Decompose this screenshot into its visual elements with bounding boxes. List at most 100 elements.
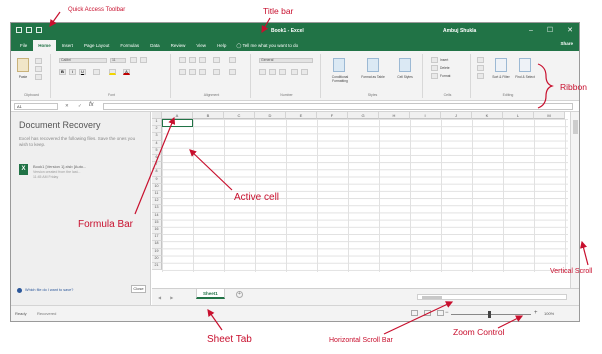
formula-buttons[interactable]: ✕ ✓ <box>65 103 86 109</box>
underline-icon[interactable]: U <box>79 69 86 75</box>
column-header[interactable]: I <box>410 112 441 119</box>
tab-page-layout[interactable]: Page Layout <box>79 40 114 51</box>
tell-me-search[interactable]: ◯ Tell me what you want to do <box>236 40 298 51</box>
insert-cells-icon[interactable] <box>431 57 438 63</box>
number-format-select[interactable]: General <box>259 58 313 63</box>
recovery-close-button[interactable]: Close <box>131 285 146 293</box>
row-header[interactable]: 15 <box>152 219 162 227</box>
column-header[interactable]: J <box>441 112 472 119</box>
row-header[interactable]: 3 <box>152 133 162 141</box>
clear-icon[interactable] <box>477 73 484 79</box>
format-as-table-icon[interactable] <box>367 58 379 72</box>
row-header[interactable]: 5 <box>152 147 162 155</box>
vertical-scrollbar[interactable] <box>570 112 579 288</box>
column-header[interactable]: F <box>317 112 348 119</box>
row-header[interactable]: 4 <box>152 140 162 148</box>
decrease-decimal-icon[interactable] <box>301 69 308 75</box>
increase-decimal-icon[interactable] <box>291 69 298 75</box>
currency-icon[interactable] <box>259 69 266 75</box>
row-header[interactable]: 6 <box>152 155 162 163</box>
row-header[interactable]: 8 <box>152 169 162 177</box>
format-label[interactable]: Format <box>440 74 450 78</box>
zoom-out-button[interactable]: − <box>445 310 449 316</box>
tab-review[interactable]: Review <box>166 40 191 51</box>
find-select-icon[interactable] <box>519 58 531 72</box>
active-cell[interactable] <box>162 119 193 127</box>
sort-filter-icon[interactable] <box>495 58 507 72</box>
paste-icon[interactable] <box>17 58 29 72</box>
row-header[interactable]: 18 <box>152 241 162 249</box>
zoom-slider[interactable] <box>451 314 531 315</box>
percent-icon[interactable] <box>269 69 276 75</box>
column-header[interactable]: B <box>193 112 224 119</box>
row-header[interactable]: 12 <box>152 198 162 206</box>
shrink-font-icon[interactable] <box>140 57 147 63</box>
redo-icon[interactable] <box>36 27 42 33</box>
sheet-nav-arrows[interactable]: ◀ ▶ <box>158 295 177 300</box>
align-left-icon[interactable] <box>179 69 186 75</box>
vertical-scroll-thumb[interactable] <box>573 120 578 134</box>
wrap-text-icon[interactable] <box>229 57 236 63</box>
zoom-in-button[interactable]: + <box>534 310 538 316</box>
column-header[interactable]: H <box>379 112 410 119</box>
row-header[interactable]: 7 <box>152 162 162 170</box>
zoom-slider-thumb[interactable] <box>488 311 491 318</box>
tab-help[interactable]: Help <box>212 40 231 51</box>
fill-icon[interactable] <box>477 65 484 71</box>
autosum-icon[interactable] <box>477 57 484 63</box>
name-box[interactable]: A1 <box>14 103 58 110</box>
align-center-icon[interactable] <box>189 69 196 75</box>
row-header[interactable]: 16 <box>152 227 162 235</box>
row-header[interactable]: 17 <box>152 234 162 242</box>
bold-icon[interactable]: B <box>59 69 66 75</box>
share-button[interactable]: Share <box>560 41 573 46</box>
copy-icon[interactable] <box>35 66 42 72</box>
format-cells-icon[interactable] <box>431 73 438 79</box>
font-name-select[interactable]: Calibri <box>59 58 107 63</box>
column-header[interactable]: C <box>224 112 255 119</box>
align-right-icon[interactable] <box>199 69 206 75</box>
column-header[interactable]: E <box>286 112 317 119</box>
row-header[interactable]: 11 <box>152 191 162 199</box>
orientation-icon[interactable] <box>213 57 220 63</box>
select-all-corner[interactable] <box>152 112 162 119</box>
row-header[interactable]: 2 <box>152 126 162 134</box>
delete-label[interactable]: Delete <box>440 66 450 70</box>
tab-data[interactable]: Data <box>145 40 165 51</box>
save-icon[interactable] <box>16 27 22 33</box>
tab-insert[interactable]: Insert <box>57 40 78 51</box>
italic-icon[interactable]: I <box>69 69 76 75</box>
delete-cells-icon[interactable] <box>431 65 438 71</box>
sheet-tab[interactable]: Sheet1 <box>196 289 225 299</box>
align-bottom-icon[interactable] <box>199 57 206 63</box>
tab-view[interactable]: View <box>191 40 211 51</box>
normal-view-icon[interactable] <box>411 310 418 316</box>
row-header[interactable]: 13 <box>152 205 162 213</box>
row-header[interactable]: 19 <box>152 248 162 256</box>
page-break-view-icon[interactable] <box>437 310 444 316</box>
align-top-icon[interactable] <box>179 57 186 63</box>
column-header[interactable]: M <box>534 112 565 119</box>
worksheet-grid[interactable]: ABCDEFGHIJKLM 1 2 3 4 5 6 7 8 9 10 11 12 13 14 15 16 17 1… <box>152 112 579 305</box>
row-header[interactable]: 20 <box>152 255 162 263</box>
page-layout-view-icon[interactable] <box>424 310 431 316</box>
column-header[interactable]: A <box>162 112 193 119</box>
horizontal-scrollbar[interactable] <box>417 294 567 300</box>
insert-label[interactable]: Insert <box>440 58 448 62</box>
column-header[interactable]: K <box>472 112 503 119</box>
format-painter-icon[interactable] <box>35 74 42 80</box>
excel-file-icon[interactable]: X <box>19 164 28 175</box>
column-header[interactable]: G <box>348 112 379 119</box>
close-button[interactable]: ✕ <box>567 26 573 35</box>
row-header[interactable]: 21 <box>152 263 162 271</box>
column-header[interactable]: L <box>503 112 534 119</box>
formula-input[interactable] <box>103 103 573 110</box>
minimize-button[interactable]: – <box>529 26 533 35</box>
cell-area[interactable] <box>162 119 568 272</box>
indent-icon[interactable] <box>213 69 220 75</box>
comma-icon[interactable] <box>279 69 286 75</box>
font-size-select[interactable]: 11 <box>110 58 126 63</box>
horizontal-scroll-thumb[interactable] <box>422 296 442 299</box>
cell-styles-icon[interactable] <box>399 58 411 72</box>
add-sheet-button[interactable]: + <box>236 291 243 298</box>
